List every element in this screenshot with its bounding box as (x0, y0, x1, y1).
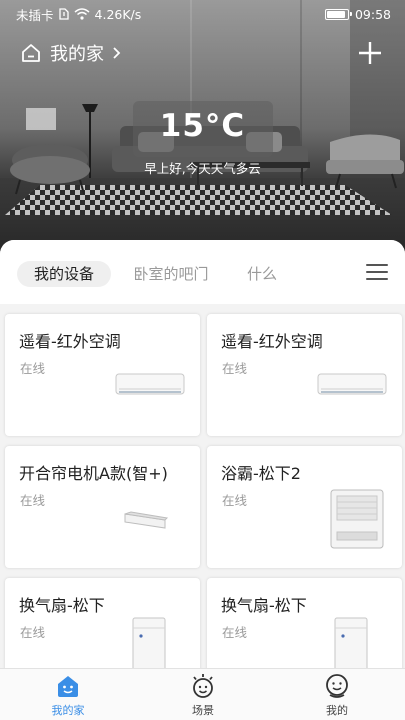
device-status: 在线 (20, 361, 46, 376)
device-card[interactable]: 换气扇-松下 在线 (5, 578, 200, 668)
bath-heater-icon (330, 489, 384, 549)
nav-mine[interactable]: 我的 (297, 673, 377, 718)
no-sim-icon (58, 8, 69, 20)
air-conditioner-icon (317, 373, 387, 395)
device-status: 在线 (222, 493, 248, 508)
nav-scene[interactable]: 场景 (163, 673, 243, 718)
device-name: 遥看-红外空调 (19, 332, 121, 351)
scene-sun-icon (193, 674, 213, 698)
clock: 09:58 (354, 6, 391, 22)
tab-shenme[interactable]: 什么 (238, 261, 286, 287)
home-selector[interactable]: 我的家 (20, 40, 122, 66)
device-card[interactable]: 换气扇-松下 在线 (207, 578, 402, 668)
device-name: 换气扇-松下 (221, 596, 307, 615)
status-bar: 未插卡 4.26K/s 09:58 (0, 0, 405, 28)
device-name: 浴霸-松下2 (221, 464, 301, 483)
ventilation-fan-icon (132, 617, 166, 668)
device-status: 在线 (20, 625, 46, 640)
home-icon (22, 44, 40, 62)
device-name: 换气扇-松下 (19, 596, 105, 615)
tab-bedroom-bar-door[interactable]: 卧室的吧门 (122, 261, 220, 287)
device-status: 在线 (222, 361, 248, 376)
room-tabs: 我的设备 卧室的吧门 什么 (0, 240, 405, 304)
nav-label: 我的 (326, 704, 348, 717)
device-name: 遥看-红外空调 (221, 332, 323, 351)
carrier-label: 未插卡 (16, 7, 54, 23)
menu-icon[interactable] (366, 264, 388, 282)
wifi-icon (74, 8, 90, 20)
weather-greeting: 早上好,今天天气多云 (144, 161, 261, 176)
device-status: 在线 (20, 493, 46, 508)
air-conditioner-icon (115, 373, 185, 395)
device-card[interactable]: 开合帘电机A款(智+) 在线 (5, 446, 200, 568)
curtain-motor-icon (124, 511, 169, 529)
network-speed: 4.26K/s (94, 6, 142, 22)
nav-label: 我的家 (51, 704, 85, 717)
device-card[interactable]: 浴霸-松下2 在线 (207, 446, 402, 568)
add-device-button[interactable] (357, 40, 383, 66)
battery-icon (324, 8, 352, 20)
nav-my-home[interactable]: 我的家 (28, 673, 108, 718)
home-smile-icon (58, 676, 78, 697)
ventilation-fan-icon (334, 617, 368, 668)
device-panel: 我的设备 卧室的吧门 什么 遥看-红外空调 在线 遥看-红外空调 在线 开合帘电… (0, 240, 405, 668)
profile-face-icon (326, 674, 348, 698)
device-status: 在线 (222, 625, 248, 640)
device-card[interactable]: 遥看-红外空调 在线 (207, 314, 402, 436)
device-name: 开合帘电机A款(智+) (19, 464, 168, 483)
chevron-right-icon (113, 47, 121, 59)
bottom-navigation: 我的家 场景 我的 (0, 668, 405, 720)
nav-label: 场景 (192, 704, 214, 717)
home-banner: 未插卡 4.26K/s 09:58 我的家 15°C 早上好,今天天气多云 (0, 0, 405, 268)
home-name: 我的家 (50, 44, 104, 65)
device-card[interactable]: 遥看-红外空调 在线 (5, 314, 200, 436)
tab-my-devices[interactable]: 我的设备 (17, 261, 111, 287)
temperature: 15°C (159, 108, 246, 144)
